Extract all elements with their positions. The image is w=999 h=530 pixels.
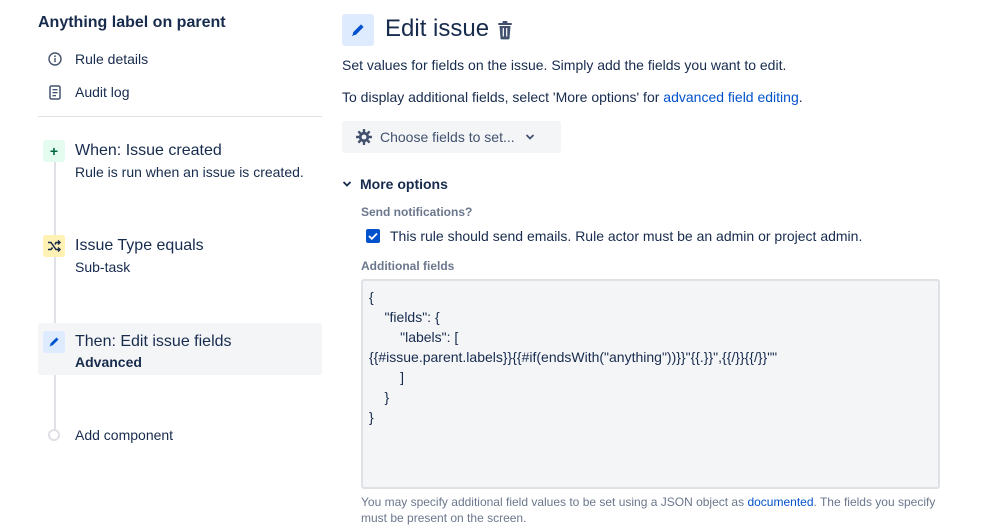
sidebar-divider: [38, 116, 322, 117]
step-action-subtitle: Advanced: [75, 354, 142, 370]
step-trigger-subtitle: Rule is run when an issue is created.: [75, 164, 304, 180]
more-options-toggle[interactable]: More options: [342, 176, 448, 192]
choose-fields-label: Choose fields to set...: [380, 129, 515, 145]
send-emails-label: This rule should send emails. Rule actor…: [390, 228, 863, 244]
plus-icon: +: [43, 140, 65, 162]
nav-audit-log-label: Audit log: [75, 84, 130, 100]
step-action[interactable]: Then: Edit issue fields Advanced: [38, 323, 322, 375]
nav-rule-details[interactable]: Rule details: [46, 50, 148, 68]
chevron-down-icon: [525, 133, 535, 141]
help-prefix: You may specify additional field values …: [361, 495, 748, 509]
additional-fields-label: Additional fields: [361, 259, 455, 273]
document-icon: [46, 83, 64, 101]
gear-icon: [355, 128, 373, 146]
hint-suffix: .: [798, 89, 803, 105]
advanced-field-editing-link[interactable]: advanced field editing: [663, 89, 798, 105]
info-icon: [46, 50, 64, 68]
step-trigger[interactable]: + When: Issue created Rule is run when a…: [38, 138, 322, 188]
rule-title: Anything label on parent: [38, 14, 226, 31]
send-emails-row[interactable]: This rule should send emails. Rule actor…: [366, 228, 862, 244]
add-component-button[interactable]: Add component: [48, 427, 173, 443]
choose-fields-button[interactable]: Choose fields to set...: [342, 121, 561, 153]
hint-prefix: To display additional fields, select 'Mo…: [342, 89, 664, 105]
step-condition-subtitle: Sub-task: [75, 259, 131, 275]
timeline-line: [54, 150, 56, 430]
shuffle-icon: [43, 235, 65, 257]
step-trigger-title: When: Issue created: [75, 142, 222, 159]
nav-audit-log[interactable]: Audit log: [46, 83, 129, 101]
edit-description: Set values for fields on the issue. Simp…: [342, 57, 787, 73]
send-emails-checkbox[interactable]: [366, 229, 380, 243]
page-title: Edit issue: [385, 15, 490, 42]
trash-icon[interactable]: [496, 20, 514, 40]
add-component-dot-icon: [48, 429, 60, 441]
step-action-title: Then: Edit issue fields: [75, 333, 232, 350]
additional-fields-help: You may specify additional field values …: [361, 494, 941, 526]
additional-fields-textarea[interactable]: { "fields": { "labels": [ {{#issue.paren…: [361, 279, 940, 489]
step-condition[interactable]: Issue Type equals Sub-task: [38, 233, 322, 283]
pencil-icon: [43, 331, 65, 353]
more-options-label: More options: [360, 176, 448, 192]
nav-rule-details-label: Rule details: [75, 51, 149, 67]
edit-pencil-icon: [342, 14, 374, 46]
documented-link[interactable]: documented: [747, 495, 813, 509]
send-notifications-label: Send notifications?: [361, 205, 473, 219]
step-condition-title: Issue Type equals: [75, 237, 204, 254]
add-component-label: Add component: [75, 427, 174, 443]
additional-fields-hint: To display additional fields, select 'Mo…: [342, 89, 803, 105]
chevron-down-icon: [342, 180, 352, 188]
